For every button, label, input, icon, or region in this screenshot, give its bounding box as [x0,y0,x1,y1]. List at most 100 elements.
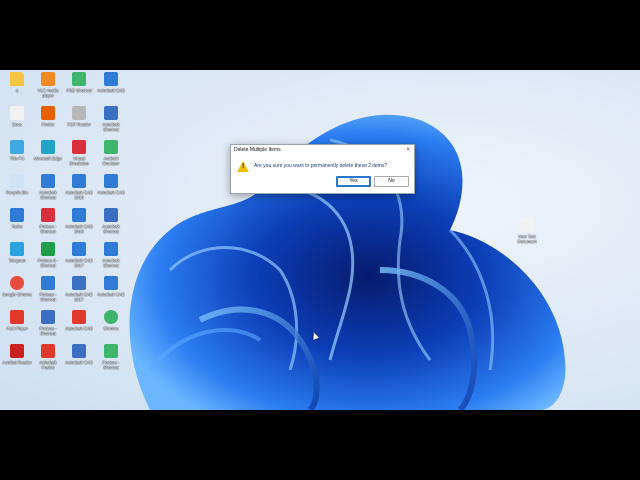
desktop-icon-label: Recycle Bin [5,190,29,195]
desktop-icon[interactable]: PDF Reader [64,106,94,127]
desktop-icon-label: Tasks [11,224,23,229]
desktop-icon-label: Autodesk Fusion [39,360,57,370]
desktop-icon[interactable]: Autodesk Shortcut [96,242,126,268]
text-file-icon [520,218,534,232]
desktop-icon[interactable]: Microsoft Edge [33,140,63,161]
desktop-icon[interactable]: Autodesk CAD 2018 [64,174,94,200]
dialog-message-row: ! Are you sure you want to permanently d… [237,161,408,175]
desktop: s Docs This PC Recycle Bin Tasks Telegram Goog… [0,70,640,410]
desktop-icon[interactable]: Autodesk CAD [96,72,126,93]
desktop-icon-label: Proteus - Shortcut [39,326,57,336]
telegram-icon [10,242,24,256]
desktop-icon-label: Google Chrome [2,292,32,297]
desktop-icon-label: Autodesk Shortcut [102,258,120,268]
desktop-icon[interactable]: VLC Player [2,310,32,331]
close-icon[interactable]: × [406,145,410,155]
app-icon [104,72,118,86]
desktop-icon-label: Autodesk Shortcut [39,190,57,200]
edge-icon [41,140,55,154]
app-icon [72,276,86,290]
desktop-icon-label: VLC Player [6,326,28,331]
desktop-icon-label: Proteus - Shortcut [39,224,57,234]
desktop-icon[interactable]: Autodesk CAD [96,174,126,195]
desktop-icon-label: Autodesk CAD [65,326,93,331]
desktop-icon[interactable]: Docs [2,106,32,127]
desktop-icon[interactable]: Autodesk CAD 2017 [64,276,94,302]
desktop-icon[interactable]: Virtual Simulation [64,140,94,166]
desktop-icon-label: Proteus - Shortcut [102,360,120,370]
app-icon [72,310,86,324]
desktop-icon[interactable]: VLC media player [33,72,63,98]
desktop-icon[interactable]: Telegram [2,242,32,263]
delete-confirmation-dialog: Delete Multiple Items × ! Are you sure y… [230,144,415,194]
no-button[interactable]: No [374,176,409,187]
app-icon [72,208,86,222]
desktop-icon[interactable]: Autodesk CAD [64,310,94,331]
pdf-icon [10,344,24,358]
document-icon [10,106,24,120]
yes-button[interactable]: Yes [336,176,371,187]
desktop-icon[interactable]: Proteus - Shortcut [33,276,63,302]
desktop-icon-label: Autodesk CAD [97,190,125,195]
desktop-icon[interactable]: s [2,72,32,93]
desktop-icon[interactable]: Proteus - Shortcut [33,208,63,234]
desktop-icon[interactable]: Proteus - Shortcut [33,310,63,336]
chrome-icon [104,310,118,324]
chrome-icon [10,276,24,290]
app-icon [41,310,55,324]
desktop-icon-label: Android Emulator [102,156,120,166]
app-icon [104,276,118,290]
desktop-icon-label: Acrobat Reader [2,360,32,365]
app-icon [104,242,118,256]
desktop-icon[interactable]: Autodesk Shortcut [33,174,63,200]
folder-icon [10,72,24,86]
desktop-icon-label: Firefox [41,122,55,127]
desktop-icon[interactable]: Autodesk CAD [96,276,126,297]
app-icon [104,174,118,188]
desktop-icon-label: Autodesk CAD 2017 [65,292,93,302]
android-icon [104,140,118,154]
desktop-icon[interactable]: Tasks [2,208,32,229]
app-icon [104,208,118,222]
desktop-icon[interactable]: Chrome [96,310,126,331]
desktop-icon[interactable]: Autodesk Shortcut [96,106,126,132]
desktop-icon[interactable]: Recycle Bin [2,174,32,195]
warning-icon: ! [237,161,249,172]
app-icon [72,242,86,256]
vlc-icon [41,72,55,86]
app-icon [72,174,86,188]
desktop-icon[interactable]: Autodesk CAD 2018 [64,208,94,234]
desktop-icon[interactable]: New Text Document [512,218,542,244]
app-icon [41,344,55,358]
desktop-icon-label: This PC [9,156,25,161]
desktop-icon[interactable]: Proteus 8 - Shortcut [33,242,63,268]
desktop-icon[interactable]: Proteus - Shortcut [96,344,126,370]
desktop-icon-label: Autodesk CAD [97,88,125,93]
app-icon [41,174,55,188]
desktop-icon[interactable]: This PC [2,140,32,161]
app-icon [104,344,118,358]
desktop-icon-label: Chrome [103,326,119,331]
desktop-icon[interactable]: Firefox [33,106,63,127]
desktop-icon-label: Autodesk CAD 2018 [65,224,93,234]
desktop-icon[interactable]: Autodesk CAD [64,344,94,365]
app-icon [72,344,86,358]
desktop-icon[interactable]: Autodesk CAD 2017 [64,242,94,268]
desktop-icon[interactable]: Acrobat Reader [2,344,32,365]
desktop-icon[interactable]: Autodesk Shortcut [96,208,126,234]
app-icon [41,276,55,290]
desktop-icon-label: Autodesk Shortcut [102,224,120,234]
desktop-icon[interactable]: Autodesk Fusion [33,344,63,370]
desktop-icon[interactable]: PSD Shortcut [64,72,94,93]
desktop-icon-label: Proteus 8 - Shortcut [37,258,59,268]
desktop-icon-label: VLC media player [37,88,59,98]
desktop-icon[interactable]: Android Emulator [96,140,126,166]
app-icon [72,72,86,86]
desktop-icon-label: Autodesk CAD [97,292,125,297]
app-icon [41,208,55,222]
desktop-icon[interactable]: Google Chrome [2,276,32,297]
media-player-icon [10,310,24,324]
firefox-icon [41,106,55,120]
app-icon [104,106,118,120]
desktop-icon-label: Telegram [8,258,26,263]
